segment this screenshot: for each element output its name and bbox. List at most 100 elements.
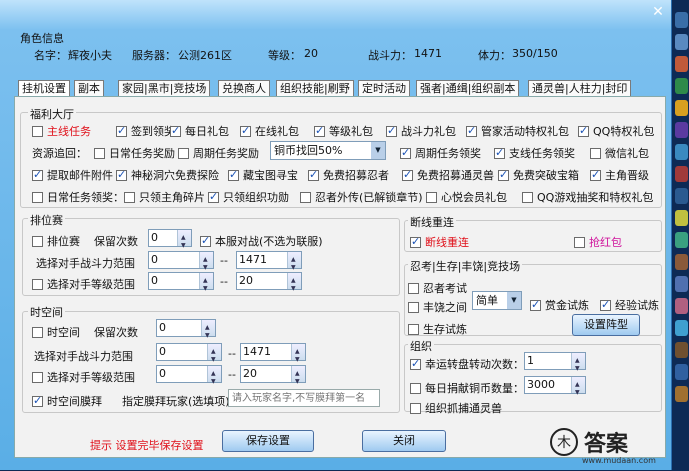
checkbox-icon[interactable]	[32, 326, 43, 338]
checkbox-icon[interactable]	[170, 124, 181, 137]
chevron-down-icon[interactable]: ▼	[371, 142, 385, 159]
spin-arrows-icon[interactable]	[199, 273, 213, 297]
checkbox-icon[interactable]	[466, 124, 477, 137]
welfare-row3-item[interactable]: 免费突破宝箱	[498, 167, 579, 183]
rank-times-stepper[interactable]: 0	[148, 229, 192, 254]
welfare-row4-item[interactable]: 只领主角碎片	[124, 189, 205, 205]
donate-stepper[interactable]: 3000	[524, 376, 586, 401]
welfare-row3-item[interactable]: 免费招募通灵兽	[402, 167, 494, 183]
exp-trial-checkbox[interactable]: 经验试炼	[600, 297, 659, 313]
close-icon[interactable]: ✕	[650, 4, 666, 20]
desktop-app-icon[interactable]	[675, 188, 688, 204]
checkbox-icon[interactable]	[590, 168, 601, 181]
rank-server-fight-checkbox[interactable]: 本服对战(不选为联服)	[200, 233, 323, 249]
welfare-row2-item[interactable]: 微信礼包	[590, 145, 649, 161]
desktop-app-icon[interactable]	[675, 298, 688, 314]
checkbox-icon[interactable]	[386, 124, 397, 137]
desktop-app-icon[interactable]	[675, 166, 688, 182]
rank-level-max-stepper[interactable]: 20	[236, 272, 302, 297]
welfare-row1-item[interactable]: QQ特权礼包	[578, 123, 654, 139]
rank-enable-checkbox[interactable]: 排位赛	[32, 233, 80, 249]
checkbox-icon[interactable]	[200, 234, 211, 247]
tab-home-market-arena[interactable]: 家园|黑市|竞技场	[118, 80, 211, 97]
checkbox-icon[interactable]	[522, 191, 533, 203]
checkbox-icon[interactable]	[300, 191, 311, 203]
desktop-app-icon[interactable]	[675, 122, 688, 138]
spin-arrows-icon[interactable]	[287, 252, 301, 276]
welfare-row1-item[interactable]: 每日礼包	[170, 123, 229, 139]
rank-power-min-stepper[interactable]: 0	[148, 251, 214, 276]
checkbox-icon[interactable]	[600, 298, 611, 311]
rank-power-max-stepper[interactable]: 1471	[236, 251, 302, 276]
lucky-wheel-checkbox[interactable]: 幸运转盘转动次数：	[410, 356, 524, 372]
desktop-app-icon[interactable]	[675, 276, 688, 292]
resource-recovery-item[interactable]: 日常任务奖励	[94, 145, 175, 161]
space-level-range-checkbox[interactable]: 选择对手等级范围	[32, 369, 135, 385]
space-level-max-stepper[interactable]: 20	[240, 365, 306, 390]
checkbox-icon[interactable]	[32, 394, 43, 407]
welfare-row3-item[interactable]: 神秘洞穴免费探险	[116, 167, 219, 183]
spin-arrows-icon[interactable]	[199, 252, 213, 276]
checkbox-icon[interactable]	[32, 125, 43, 137]
checkbox-icon[interactable]	[410, 382, 421, 394]
checkbox-icon[interactable]	[308, 168, 319, 181]
worship-target-input[interactable]	[228, 389, 380, 407]
desktop-app-icon[interactable]	[675, 320, 688, 336]
checkbox-icon[interactable]	[400, 146, 411, 159]
tab-dungeon[interactable]: 副本	[74, 80, 104, 97]
checkbox-icon[interactable]	[410, 357, 421, 370]
checkbox-icon[interactable]	[32, 278, 43, 290]
space-times-stepper[interactable]: 0	[156, 319, 216, 344]
spin-arrows-icon[interactable]	[177, 230, 191, 254]
checkbox-icon[interactable]	[402, 168, 413, 181]
tab-strong-wanted[interactable]: 强者|通缉|组织副本	[416, 80, 520, 97]
checkbox-icon[interactable]	[228, 168, 239, 181]
tab-summon-beast[interactable]: 通灵兽|人柱力|封印	[528, 80, 632, 97]
checkbox-icon[interactable]	[410, 235, 421, 248]
welfare-row1-item[interactable]: 战斗力礼包	[386, 123, 456, 139]
tab-exchange[interactable]: 兑换商人	[218, 80, 270, 97]
space-worship-checkbox[interactable]: 时空间膜拜	[32, 393, 102, 409]
welfare-row4-item[interactable]: 只领组织功勋	[208, 189, 289, 205]
space-level-min-stepper[interactable]: 0	[156, 365, 222, 390]
checkbox-icon[interactable]	[32, 168, 43, 181]
desktop-app-icon[interactable]	[675, 342, 688, 358]
desktop-app-icon[interactable]	[675, 232, 688, 248]
checkbox-icon[interactable]	[578, 124, 589, 137]
checkbox-icon[interactable]	[498, 168, 509, 181]
spin-arrows-icon[interactable]	[571, 353, 585, 377]
spin-arrows-icon[interactable]	[207, 366, 221, 390]
spin-arrows-icon[interactable]	[571, 377, 585, 401]
harvest-checkbox[interactable]: 丰饶之间	[408, 299, 467, 315]
desktop-app-icon[interactable]	[675, 100, 688, 116]
reconnect-checkbox[interactable]: 断线重连	[410, 234, 469, 250]
checkbox-icon[interactable]	[574, 236, 585, 248]
welfare-row3-item[interactable]: 主角晋级	[590, 167, 649, 183]
welfare-row1-item[interactable]: 主线任务	[32, 123, 91, 139]
welfare-row3-item[interactable]: 提取邮件附件	[32, 167, 113, 183]
checkbox-icon[interactable]	[408, 282, 419, 294]
spin-arrows-icon[interactable]	[201, 320, 215, 344]
space-power-min-stepper[interactable]: 0	[156, 343, 222, 368]
checkbox-icon[interactable]	[124, 191, 135, 203]
checkbox-icon[interactable]	[116, 124, 127, 137]
checkbox-icon[interactable]	[494, 146, 505, 159]
welfare-row1-item[interactable]: 管家活动特权礼包	[466, 123, 569, 139]
harvest-difficulty-select[interactable]: 简单 ▼	[472, 291, 522, 310]
welfare-row4-item[interactable]: 日常任务领奖：	[32, 189, 124, 205]
tab-timed-events[interactable]: 定时活动	[358, 80, 410, 97]
rank-level-min-stepper[interactable]: 0	[148, 272, 214, 297]
tab-org-skills[interactable]: 组织技能|刷野	[276, 80, 354, 97]
welfare-row4-item[interactable]: 心悦会员礼包	[426, 189, 507, 205]
checkbox-icon[interactable]	[410, 402, 421, 414]
capture-beast-checkbox[interactable]: 组织抓捕通灵兽	[410, 400, 502, 416]
desktop-app-icon[interactable]	[675, 12, 688, 28]
close-button[interactable]: 关闭	[362, 430, 446, 452]
spin-arrows-icon[interactable]	[291, 366, 305, 390]
checkbox-icon[interactable]	[426, 191, 437, 203]
resource-recovery-item[interactable]: 周期任务奖励	[178, 145, 259, 161]
spin-arrows-icon[interactable]	[287, 273, 301, 297]
bounty-trial-checkbox[interactable]: 赏金试炼	[530, 297, 589, 313]
welfare-row3-item[interactable]: 藏宝图寻宝	[228, 167, 298, 183]
welfare-row3-item[interactable]: 免费招募忍者	[308, 167, 389, 183]
